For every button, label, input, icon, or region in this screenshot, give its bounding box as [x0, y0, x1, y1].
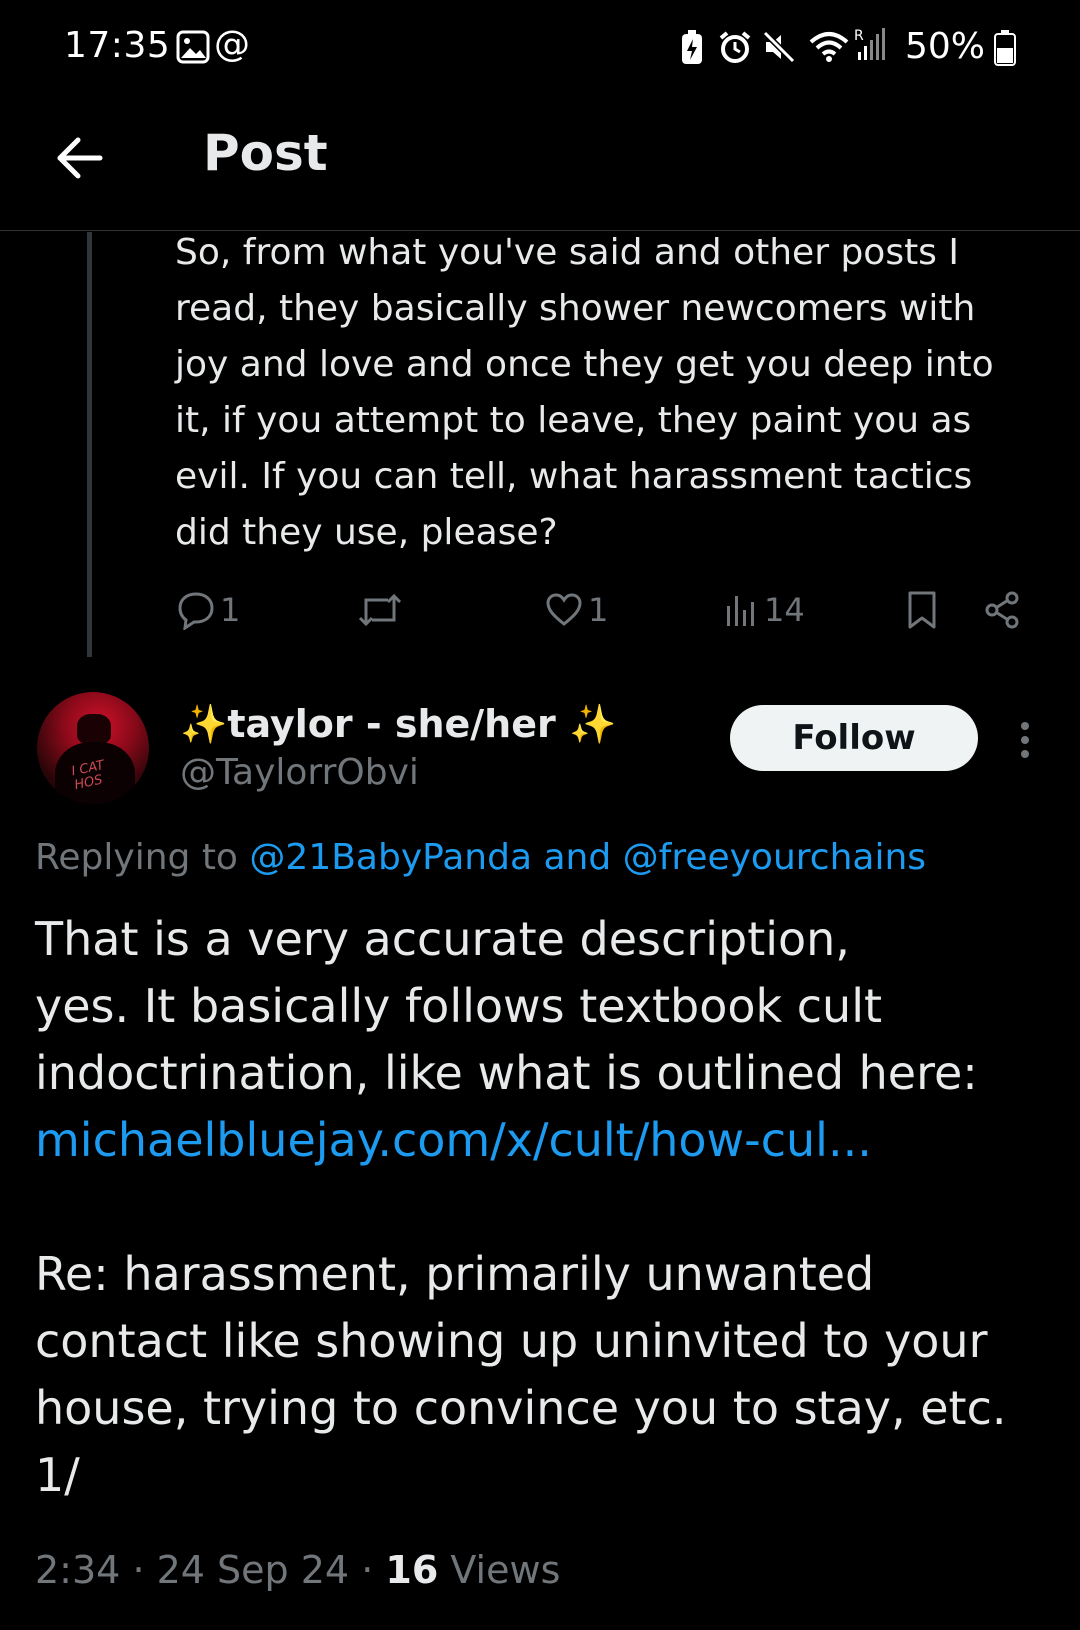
- reply-post-text: That is a very accurate description, yes…: [35, 906, 1055, 1509]
- share-button[interactable]: [982, 588, 1022, 632]
- heart-icon: [546, 593, 582, 626]
- share-icon: [985, 591, 1019, 629]
- mute-icon: [762, 30, 796, 64]
- status-time: 17:35: [64, 25, 171, 66]
- more-options-icon[interactable]: [1010, 718, 1040, 762]
- post-time: 2:34: [35, 1548, 121, 1592]
- bookmark-icon: [908, 591, 936, 629]
- alarm-icon: [719, 31, 751, 63]
- reply-text-line: indoctrination, like what is outlined he…: [35, 1046, 978, 1100]
- views-button[interactable]: 14: [724, 588, 805, 632]
- reply-icon: [178, 592, 214, 630]
- like-count: 1: [588, 591, 609, 629]
- replying-mentions[interactable]: @21BabyPanda and @freeyourchains: [249, 837, 926, 878]
- post-date: 24 Sep 24: [156, 1548, 350, 1592]
- like-button[interactable]: 1: [544, 588, 608, 632]
- parent-post-text: So, from what you've said and other post…: [175, 232, 994, 553]
- analytics-icon: [727, 596, 754, 626]
- bookmark-button[interactable]: [904, 588, 940, 632]
- page-title: Post: [203, 124, 328, 182]
- status-bar: 17:35 @ R 50%: [0, 0, 1080, 100]
- reply-count: 1: [220, 591, 241, 629]
- reply-text-line: contact like showing up uninvited to you…: [35, 1314, 988, 1368]
- post-metadata: 2:34 · 24 Sep 24 · 16 Views: [35, 1548, 560, 1592]
- username[interactable]: @TaylorrObvi: [180, 752, 419, 793]
- follow-button[interactable]: Follow: [730, 705, 978, 771]
- reply-button[interactable]: 1: [176, 588, 240, 632]
- view-count: 14: [764, 591, 805, 629]
- reply-text-line: yes. It basically follows textbook cult: [35, 979, 883, 1033]
- repost-icon: [358, 593, 402, 627]
- avatar[interactable]: I CAT HOS: [37, 692, 149, 804]
- top-bar: Post: [0, 100, 1080, 231]
- separator-dot: ·: [132, 1548, 145, 1592]
- signal-icon: R: [854, 28, 885, 60]
- wifi-icon: [809, 32, 849, 62]
- separator-dot: ·: [361, 1548, 374, 1592]
- battery-percentage: 50%: [905, 26, 986, 67]
- replying-to: Replying to @21BabyPanda and @freeyourch…: [35, 837, 926, 878]
- reply-text-line: That is a very accurate description,: [35, 912, 850, 966]
- views-count: 16: [385, 1548, 439, 1592]
- reply-text-line: Re: harassment, primarily unwanted: [35, 1247, 875, 1301]
- display-name[interactable]: ✨taylor - she/her ✨: [180, 702, 616, 747]
- gallery-icon: [176, 30, 210, 64]
- battery-icon: [994, 30, 1016, 66]
- replying-to-label: Replying to: [35, 837, 238, 878]
- thread-line: [87, 232, 92, 657]
- external-link[interactable]: michaelbluejay.com/x/cult/how-cul...: [35, 1107, 1055, 1174]
- svg-text:R: R: [854, 28, 864, 44]
- reply-text-line: 1/: [35, 1448, 80, 1502]
- at-sign-icon: @: [214, 24, 250, 65]
- back-arrow-icon[interactable]: [50, 128, 110, 188]
- reply-text-line: house, trying to convince you to stay, e…: [35, 1381, 1007, 1435]
- views-label: Views: [450, 1548, 561, 1592]
- repost-button[interactable]: [356, 588, 404, 632]
- battery-saver-icon: [682, 30, 702, 64]
